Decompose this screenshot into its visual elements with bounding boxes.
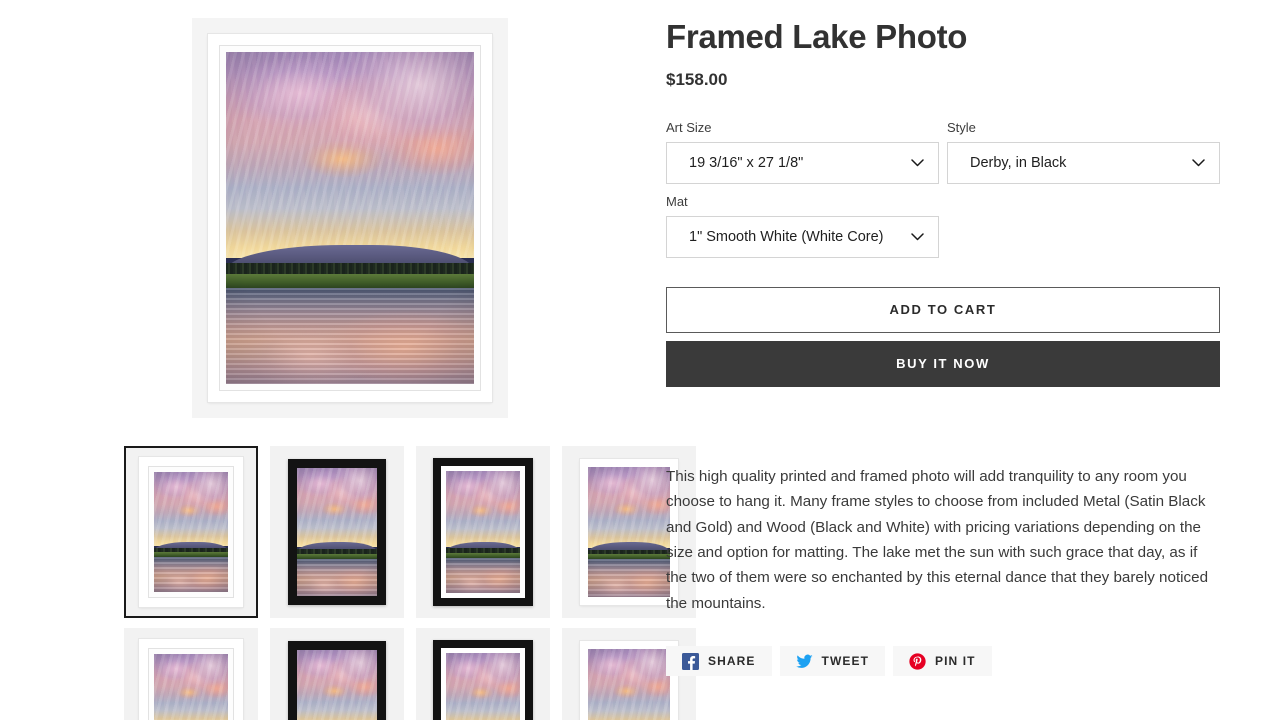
lake-sunset-photo xyxy=(588,467,670,597)
vignette-layer xyxy=(446,471,520,593)
product-page: Framed Lake Photo $158.00 Art Size 19 3/… xyxy=(0,0,1280,720)
option-row-two: Mat 1" Smooth White (White Core) xyxy=(666,194,1220,258)
main-product-image[interactable] xyxy=(208,34,492,402)
product-info: Framed Lake Photo $158.00 Art Size 19 3/… xyxy=(666,18,1220,677)
share-twitter-button[interactable]: TWEET xyxy=(779,646,886,677)
product-description: This high quality printed and framed pho… xyxy=(666,467,1209,612)
option-group-mat: Mat 1" Smooth White (White Core) xyxy=(666,194,939,258)
lake-sunset-photo xyxy=(297,650,377,720)
thumbnail-1[interactable] xyxy=(124,446,258,618)
buy-it-now-button[interactable]: BUY IT NOW xyxy=(666,340,1220,387)
purchase-actions: ADD TO CART BUY IT NOW xyxy=(666,286,1220,387)
thumbnail-5[interactable] xyxy=(124,628,258,720)
share-facebook-label: SHARE xyxy=(708,654,756,669)
thumbnail-6[interactable] xyxy=(270,628,404,720)
option-group-art-size: Art Size 19 3/16" x 27 1/8" xyxy=(666,120,939,184)
thumb-frame xyxy=(433,458,533,606)
lake-sunset-photo xyxy=(226,52,474,384)
chevron-down-icon xyxy=(1185,143,1211,183)
option-row-one: Art Size 19 3/16" x 27 1/8" Style Derby,… xyxy=(666,120,1220,184)
option-label-style: Style xyxy=(947,119,976,135)
share-twitter-label: TWEET xyxy=(821,654,870,669)
select-art-size[interactable]: 19 3/16" x 27 1/8" xyxy=(666,141,939,184)
main-image-tile[interactable] xyxy=(192,18,508,418)
vignette-layer xyxy=(297,468,377,596)
page-title: Framed Lake Photo xyxy=(666,18,968,55)
thumb-frame xyxy=(580,459,678,605)
social-share-row: SHARE TWEET PIN IT xyxy=(666,646,1220,677)
frame-bevel xyxy=(219,45,481,391)
photo-mat xyxy=(154,654,228,720)
chevron-down-icon xyxy=(904,217,930,257)
lake-sunset-photo xyxy=(446,653,520,720)
photo-mat xyxy=(441,648,525,720)
share-pinterest-label: PIN IT xyxy=(935,654,976,669)
select-art-size-value: 19 3/16" x 27 1/8" xyxy=(689,154,804,171)
option-label-art-size: Art Size xyxy=(666,119,712,135)
thumb-frame xyxy=(288,641,386,720)
vignette-layer xyxy=(154,472,228,592)
photo-mat xyxy=(154,472,228,592)
vignette-layer xyxy=(154,654,228,720)
thumb-frame xyxy=(433,640,533,720)
option-label-mat: Mat xyxy=(666,193,688,209)
thumb-frame xyxy=(580,641,678,720)
facebook-icon xyxy=(682,652,699,670)
pinterest-icon xyxy=(909,653,926,670)
lake-sunset-photo xyxy=(446,471,520,593)
select-mat[interactable]: 1" Smooth White (White Core) xyxy=(666,215,939,258)
thumb-frame xyxy=(139,457,243,607)
thumbnail-3[interactable] xyxy=(416,446,550,618)
lake-sunset-photo xyxy=(154,472,228,592)
add-to-cart-button[interactable]: ADD TO CART xyxy=(666,286,1220,333)
share-facebook-button[interactable]: SHARE xyxy=(666,646,772,677)
frame-bevel xyxy=(148,466,234,598)
lake-sunset-photo xyxy=(154,654,228,720)
thumbnail-grid xyxy=(124,446,704,720)
photo-mat xyxy=(226,52,474,384)
thumb-frame xyxy=(139,639,243,720)
thumbnail-7[interactable] xyxy=(416,628,550,720)
photo-mat xyxy=(441,466,525,598)
vignette-layer xyxy=(226,52,474,384)
chevron-down-icon xyxy=(904,143,930,183)
vignette-layer xyxy=(446,653,520,720)
select-style-value: Derby, in Black xyxy=(970,154,1067,171)
select-style[interactable]: Derby, in Black xyxy=(947,141,1220,184)
select-mat-value: 1" Smooth White (White Core) xyxy=(689,228,884,245)
product-gallery xyxy=(62,18,696,720)
vignette-layer xyxy=(297,650,377,720)
lake-sunset-photo xyxy=(588,649,670,720)
thumb-frame xyxy=(288,459,386,605)
twitter-icon xyxy=(795,653,813,670)
vignette-layer xyxy=(588,649,670,720)
frame-bevel xyxy=(148,648,234,720)
share-pinterest-button[interactable]: PIN IT xyxy=(893,646,992,677)
vignette-layer xyxy=(588,467,670,597)
lake-sunset-photo xyxy=(297,468,377,596)
main-image-stage xyxy=(62,18,638,418)
product-price: $158.00 xyxy=(666,69,728,89)
option-group-style: Style Derby, in Black xyxy=(947,120,1220,184)
thumbnail-2[interactable] xyxy=(270,446,404,618)
